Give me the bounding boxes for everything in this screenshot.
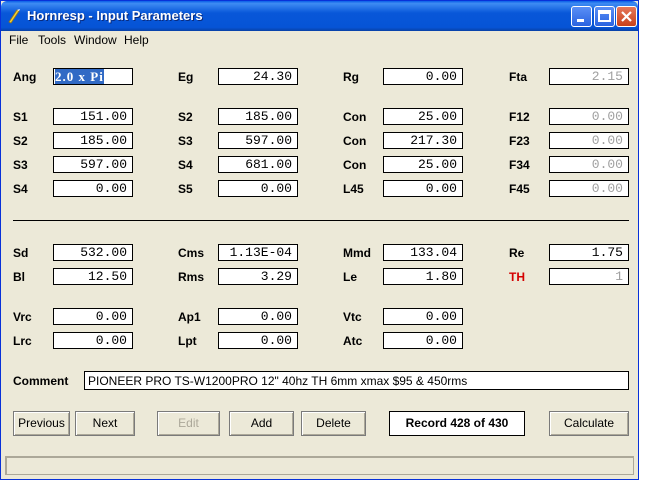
th-field: 1 xyxy=(549,268,629,285)
fta-label: Fta xyxy=(509,70,527,84)
s5-field[interactable]: 0.00 xyxy=(218,180,298,197)
s3b-field[interactable]: 597.00 xyxy=(53,156,133,173)
f23-label: F23 xyxy=(509,134,530,148)
minimize-icon xyxy=(577,19,584,22)
f12-label: F12 xyxy=(509,110,530,124)
mmd-field[interactable]: 133.04 xyxy=(383,244,463,261)
maximize-icon xyxy=(598,10,611,22)
sd-field[interactable]: 532.00 xyxy=(53,244,133,261)
delete-button[interactable]: Delete xyxy=(301,411,366,436)
record-indicator: Record 428 of 430 xyxy=(389,411,525,436)
rg-field[interactable]: 0.00 xyxy=(383,68,463,85)
ap1-field[interactable]: 0.00 xyxy=(218,308,298,325)
edit-button: Edit xyxy=(157,411,220,436)
menu-bar: File Tools Window Help xyxy=(1,31,638,49)
l45-field[interactable]: 0.00 xyxy=(383,180,463,197)
th-label: TH xyxy=(509,270,525,284)
cms-label: Cms xyxy=(178,246,205,260)
atc-field[interactable]: 0.00 xyxy=(383,332,463,349)
f23-field: 0.00 xyxy=(549,132,629,149)
s1-field[interactable]: 151.00 xyxy=(53,108,133,125)
hornresp-app-icon xyxy=(8,9,20,24)
con1-label: Con xyxy=(343,110,367,124)
rms-label: Rms xyxy=(178,270,205,284)
ang-value: 2.0 x Pi xyxy=(55,69,104,84)
section-divider xyxy=(13,220,629,221)
vtc-field[interactable]: 0.00 xyxy=(383,308,463,325)
s4b-label: S4 xyxy=(13,182,28,196)
comment-field[interactable]: PIONEER PRO TS-W1200PRO 12" 40hz TH 6mm … xyxy=(84,371,629,390)
con2-field[interactable]: 217.30 xyxy=(383,132,463,149)
eg-label: Eg xyxy=(178,70,194,84)
re-field[interactable]: 1.75 xyxy=(549,244,629,261)
re-label: Re xyxy=(509,246,525,260)
ang-field[interactable]: 2.0 x Pi xyxy=(53,68,133,85)
f45-field: 0.00 xyxy=(549,180,629,197)
le-field[interactable]: 1.80 xyxy=(383,268,463,285)
close-icon xyxy=(621,11,632,22)
close-button[interactable] xyxy=(616,6,637,27)
con1-field[interactable]: 25.00 xyxy=(383,108,463,125)
con3-field[interactable]: 25.00 xyxy=(383,156,463,173)
previous-button[interactable]: Previous xyxy=(13,411,70,436)
s1-label: S1 xyxy=(13,110,28,124)
le-label: Le xyxy=(343,270,358,284)
title-bar[interactable]: Hornresp - Input Parameters xyxy=(1,1,638,31)
next-button[interactable]: Next xyxy=(75,411,135,436)
minimize-button[interactable] xyxy=(571,6,592,27)
atc-label: Atc xyxy=(343,334,363,348)
add-button[interactable]: Add xyxy=(229,411,294,436)
lrc-label: Lrc xyxy=(13,334,32,348)
mmd-label: Mmd xyxy=(343,246,371,260)
sd-label: Sd xyxy=(13,246,29,260)
f34-label: F34 xyxy=(509,158,530,172)
maximize-button[interactable] xyxy=(594,6,615,27)
con2-label: Con xyxy=(343,134,367,148)
menu-file[interactable]: File xyxy=(9,33,28,47)
ap1-label: Ap1 xyxy=(178,310,201,324)
s4b-field[interactable]: 0.00 xyxy=(53,180,133,197)
con3-label: Con xyxy=(343,158,367,172)
s2b-label: S2 xyxy=(13,134,28,148)
rg-label: Rg xyxy=(343,70,359,84)
s3-field[interactable]: 597.00 xyxy=(218,132,298,149)
s3-label: S3 xyxy=(178,134,193,148)
f34-field: 0.00 xyxy=(549,156,629,173)
s3b-label: S3 xyxy=(13,158,28,172)
bl-label: Bl xyxy=(13,270,25,284)
window-title: Hornresp - Input Parameters xyxy=(27,8,203,23)
calculate-button[interactable]: Calculate xyxy=(549,411,629,436)
ang-label: Ang xyxy=(13,70,37,84)
eg-field[interactable]: 24.30 xyxy=(218,68,298,85)
s2b-field[interactable]: 185.00 xyxy=(53,132,133,149)
menu-window[interactable]: Window xyxy=(74,33,117,47)
fta-field: 2.15 xyxy=(549,68,629,85)
status-bar xyxy=(5,456,634,475)
l45-label: L45 xyxy=(343,182,364,196)
menu-help[interactable]: Help xyxy=(124,33,149,47)
vrc-field[interactable]: 0.00 xyxy=(53,308,133,325)
f45-label: F45 xyxy=(509,182,530,196)
s2-field[interactable]: 185.00 xyxy=(218,108,298,125)
s4-label: S4 xyxy=(178,158,193,172)
s5-label: S5 xyxy=(178,182,193,196)
rms-field[interactable]: 3.29 xyxy=(218,268,298,285)
cms-field[interactable]: 1.13E-04 xyxy=(218,244,298,261)
bl-field[interactable]: 12.50 xyxy=(53,268,133,285)
lpt-label: Lpt xyxy=(178,334,197,348)
comment-label: Comment xyxy=(13,374,69,388)
vrc-label: Vrc xyxy=(13,310,32,324)
s2-label: S2 xyxy=(178,110,193,124)
lpt-field[interactable]: 0.00 xyxy=(218,332,298,349)
input-parameters-window: Hornresp - Input Parameters File Tools W… xyxy=(0,0,639,480)
s4-field[interactable]: 681.00 xyxy=(218,156,298,173)
vtc-label: Vtc xyxy=(343,310,362,324)
menu-tools[interactable]: Tools xyxy=(38,33,66,47)
lrc-field[interactable]: 0.00 xyxy=(53,332,133,349)
f12-field: 0.00 xyxy=(549,108,629,125)
